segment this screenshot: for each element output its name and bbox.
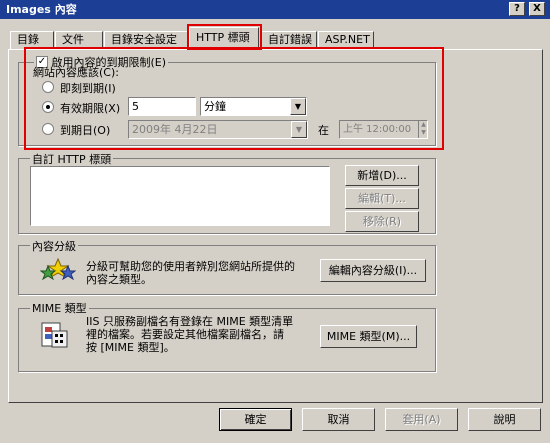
- custom-headers-title: 自訂 HTTP 標頭: [30, 151, 114, 167]
- mime-types-icon: [41, 322, 68, 348]
- custom-headers-list[interactable]: [30, 166, 330, 226]
- mime-title: MIME 類型: [30, 300, 89, 316]
- tab-http-headers[interactable]: HTTP 標頭: [189, 27, 259, 50]
- apply-button[interactable]: 套用(A): [385, 408, 458, 431]
- expire-time-input[interactable]: 上午 12:00:00: [339, 120, 428, 139]
- edit-ratings-button[interactable]: 編輯內容分級(I)...: [320, 259, 426, 282]
- mime-types-button[interactable]: MIME 類型(M)...: [320, 325, 417, 348]
- title-bar: Images 內容: [0, 0, 550, 19]
- date-dropdown-icon[interactable]: ▼: [291, 121, 307, 138]
- window-title: Images 內容: [6, 3, 77, 16]
- content-rating-icon: [40, 258, 76, 281]
- content-rating-description-2: 內容之類型。: [86, 273, 152, 286]
- expire-label: 網站內容應該(C):: [33, 66, 119, 79]
- expire-date-picker[interactable]: 2009年 4月22日: [128, 120, 308, 139]
- tab-custom-errors[interactable]: 自訂錯誤: [261, 31, 317, 49]
- close-button[interactable]: X: [529, 2, 545, 16]
- radio-expire-after[interactable]: [42, 101, 54, 113]
- remove-header-button[interactable]: 移除(R): [345, 211, 419, 232]
- help-button[interactable]: ?: [509, 2, 525, 16]
- time-spin-icon[interactable]: ▲ ▼: [418, 121, 428, 138]
- radio-expire-immediately[interactable]: [42, 81, 54, 93]
- expire-time-value: 上午 12:00:00: [343, 124, 412, 135]
- expire-on-label[interactable]: 到期日(O): [60, 122, 110, 138]
- expire-date-value: 2009年 4月22日: [132, 123, 218, 136]
- expire-after-label[interactable]: 有效期限(X): [60, 100, 120, 116]
- mime-description-3: 按 [MIME 類型]。: [86, 341, 175, 354]
- tab-directory-security[interactable]: 目錄安全設定: [104, 31, 188, 49]
- duration-input[interactable]: 5: [128, 97, 196, 116]
- expire-immediately-label[interactable]: 即刻到期(I): [60, 80, 116, 96]
- content-rating-title: 內容分級: [30, 238, 78, 254]
- help-footer-button[interactable]: 說明: [468, 408, 541, 431]
- tab-directory[interactable]: 目錄: [10, 31, 54, 49]
- duration-unit-dropdown-icon[interactable]: ▼: [290, 98, 306, 115]
- tab-aspnet[interactable]: ASP.NET: [318, 31, 374, 49]
- radio-expire-on[interactable]: [42, 123, 54, 135]
- ok-button[interactable]: 確定: [219, 408, 292, 431]
- edit-header-button[interactable]: 編輯(T)...: [345, 188, 419, 209]
- add-header-button[interactable]: 新增(D)...: [345, 165, 419, 186]
- duration-unit-value: 分鐘: [204, 100, 226, 113]
- tab-documents[interactable]: 文件: [55, 31, 103, 49]
- at-label: 在: [318, 124, 329, 137]
- cancel-button[interactable]: 取消: [302, 408, 375, 431]
